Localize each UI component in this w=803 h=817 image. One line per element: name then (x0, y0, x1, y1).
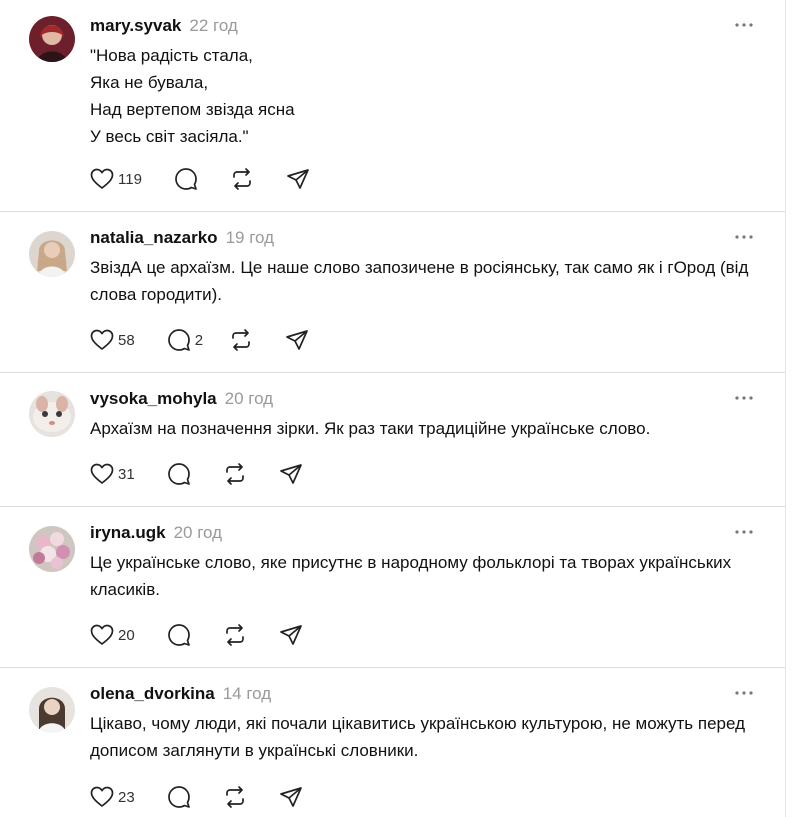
send-icon (279, 623, 303, 647)
more-icon[interactable] (733, 521, 755, 543)
username[interactable]: vysoka_mohyla (90, 389, 217, 409)
repost-icon (223, 462, 247, 486)
like-button[interactable]: 23 (90, 783, 135, 811)
repost-button[interactable] (223, 621, 247, 649)
post-text: ЗвіздА це архаїзм. Це наше слово запозич… (90, 258, 749, 304)
username[interactable]: iryna.ugk (90, 523, 166, 543)
post: iryna.ugk 20 год Це українське слово, як… (0, 507, 785, 668)
timestamp[interactable]: 20 год (225, 389, 273, 409)
like-button[interactable]: 119 (90, 165, 142, 193)
like-count: 119 (118, 170, 142, 188)
username[interactable]: natalia_nazarko (90, 228, 218, 248)
comment-icon (174, 167, 198, 191)
send-icon (285, 328, 309, 352)
timestamp[interactable]: 14 год (223, 684, 271, 704)
share-button[interactable] (279, 783, 303, 811)
send-icon (279, 785, 303, 809)
heart-icon (90, 329, 114, 351)
repost-button[interactable] (223, 460, 247, 488)
like-count: 58 (118, 331, 135, 349)
avatar[interactable] (29, 526, 75, 572)
send-icon (286, 167, 310, 191)
timestamp[interactable]: 20 год (174, 523, 222, 543)
heart-icon (90, 624, 114, 646)
repost-button[interactable] (229, 326, 253, 354)
like-count: 23 (118, 788, 135, 806)
reply-count: 2 (194, 331, 204, 349)
repost-button[interactable] (230, 165, 254, 193)
reply-button[interactable] (174, 165, 198, 193)
post-text: Цікаво, чому люди, які почали цікавитись… (90, 714, 746, 760)
heart-icon (90, 463, 114, 485)
send-icon (279, 462, 303, 486)
share-button[interactable] (286, 165, 310, 193)
reply-button[interactable]: 2 (167, 326, 203, 354)
timestamp[interactable]: 22 год (189, 16, 237, 36)
comment-icon (167, 623, 191, 647)
avatar[interactable] (29, 391, 75, 437)
repost-button[interactable] (223, 783, 247, 811)
reply-button[interactable] (167, 460, 191, 488)
share-button[interactable] (285, 326, 309, 354)
like-button[interactable]: 58 (90, 326, 135, 354)
repost-icon (230, 167, 254, 191)
post: mary.syvak 22 год "Нова радість стала, Я… (0, 0, 785, 212)
post-text: "Нова радість стала, Яка не бувала, Над … (90, 46, 295, 146)
post-text: Архаїзм на позначення зірки. Як раз таки… (90, 419, 651, 438)
avatar[interactable] (29, 231, 75, 277)
post: vysoka_mohyla 20 год Архаїзм на позначен… (0, 373, 785, 507)
more-icon[interactable] (733, 14, 755, 36)
comment-icon (167, 462, 191, 486)
avatar[interactable] (29, 687, 75, 733)
more-icon[interactable] (733, 682, 755, 704)
comment-icon (167, 785, 191, 809)
like-count: 31 (118, 465, 135, 483)
comment-icon (167, 328, 191, 352)
reply-button[interactable] (167, 621, 191, 649)
more-icon[interactable] (733, 387, 755, 409)
like-button[interactable]: 31 (90, 460, 135, 488)
heart-icon (90, 168, 114, 190)
reply-button[interactable] (167, 783, 191, 811)
share-button[interactable] (279, 621, 303, 649)
repost-icon (223, 623, 247, 647)
avatar[interactable] (29, 16, 75, 62)
post: natalia_nazarko 19 год ЗвіздА це архаїзм… (0, 212, 785, 373)
repost-icon (223, 785, 247, 809)
more-icon[interactable] (733, 226, 755, 248)
share-button[interactable] (279, 460, 303, 488)
repost-icon (229, 328, 253, 352)
heart-icon (90, 786, 114, 808)
username[interactable]: mary.syvak (90, 16, 181, 36)
username[interactable]: olena_dvorkina (90, 684, 215, 704)
timestamp[interactable]: 19 год (226, 228, 274, 248)
like-button[interactable]: 20 (90, 621, 135, 649)
thread-replies: mary.syvak 22 год "Нова радість стала, Я… (0, 0, 786, 817)
post-text: Це українське слово, яке присутнє в наро… (90, 553, 732, 599)
post: olena_dvorkina 14 год Цікаво, чому люди,… (0, 668, 785, 817)
like-count: 20 (118, 626, 135, 644)
